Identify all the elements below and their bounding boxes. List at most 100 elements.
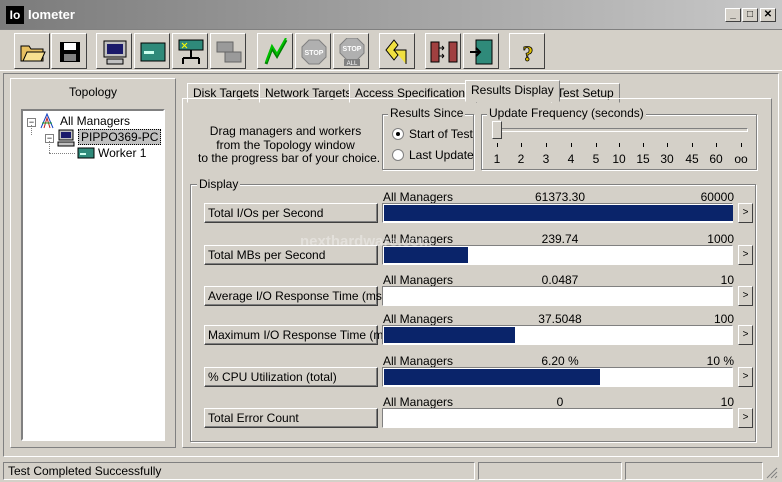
close-button[interactable]: ✕	[760, 8, 776, 22]
row-select-button[interactable]: >	[738, 325, 753, 345]
svg-text:STOP: STOP	[305, 50, 324, 57]
manager-label[interactable]: PIPPO369-PC	[78, 129, 162, 145]
slider-tick	[643, 143, 644, 147]
slider-tick-label: 2	[517, 152, 525, 166]
svg-text:?: ?	[523, 41, 534, 66]
slider-tick-label: 1	[493, 152, 501, 166]
slider-tick-label: 10	[612, 152, 626, 166]
disconnect-manager-icon	[430, 41, 458, 63]
row-value: 0	[556, 395, 564, 409]
metric-button[interactable]: Total I/Os per Second	[204, 203, 378, 223]
worker-disk-icon	[77, 147, 95, 159]
progress-bar[interactable]	[382, 408, 733, 428]
tree-line	[49, 153, 75, 154]
disconnect-manager-button[interactable]	[425, 33, 461, 69]
slider-tick	[716, 143, 717, 147]
metric-button[interactable]: Total Error Count	[204, 408, 378, 428]
instruction-line-2: from the Topology window	[216, 138, 355, 152]
row-select-button[interactable]: >	[738, 408, 753, 428]
stop-test-icon: STOP	[301, 39, 327, 65]
slider-tick-label: 15	[636, 152, 650, 166]
reset-workers-button[interactable]	[379, 33, 415, 69]
duplicate-worker-button[interactable]	[210, 33, 246, 69]
slider-tick-label: 5	[592, 152, 600, 166]
status-bar: Test Completed Successfully	[0, 461, 782, 482]
help-icon: ?	[522, 41, 534, 66]
row-max: 1000	[707, 232, 734, 246]
all-managers-icon	[40, 113, 54, 129]
stop-all-button[interactable]: STOP ALL	[333, 33, 369, 69]
svg-text:STOP: STOP	[343, 46, 362, 53]
help-button[interactable]: ?	[509, 33, 545, 69]
slider-tick	[497, 143, 498, 147]
title-bar: Io Iometer _ □ ✕	[0, 0, 782, 30]
resize-grip-icon[interactable]	[764, 465, 778, 479]
progress-bar[interactable]	[382, 367, 733, 387]
slider-tick	[692, 143, 693, 147]
open-config-button[interactable]	[14, 33, 50, 69]
start-tests-button[interactable]	[257, 33, 293, 69]
iometer-app-icon: Io	[6, 6, 24, 24]
row-max: 100	[713, 312, 734, 326]
radio-last-update[interactable]	[392, 149, 404, 161]
topology-panel: Topology − All Managers − PIPPO369-PC Wo…	[10, 78, 176, 448]
minimize-button[interactable]: _	[725, 8, 741, 22]
new-network-worker-icon	[178, 39, 204, 64]
update-frequency-label: Update Frequency (seconds)	[487, 106, 646, 120]
update-frequency-slider-thumb[interactable]	[492, 121, 502, 139]
slider-tick-label: oo	[734, 152, 748, 166]
metric-button[interactable]: Average I/O Response Time (ms)	[204, 286, 386, 306]
progress-bar-fill	[384, 327, 515, 343]
display-label: Display	[197, 177, 241, 191]
slider-tick	[546, 143, 547, 147]
open-config-icon	[20, 45, 46, 62]
progress-bar[interactable]	[382, 245, 733, 265]
manager-computer-icon	[57, 129, 75, 147]
progress-bar[interactable]	[382, 325, 733, 345]
exit-button[interactable]	[463, 33, 499, 69]
row-select-button[interactable]: >	[738, 286, 753, 306]
new-manager-icon	[103, 40, 127, 65]
metric-button[interactable]: Maximum I/O Response Time (ms)	[204, 325, 393, 345]
slider-tick	[521, 143, 522, 147]
row-max: 10 %	[706, 354, 734, 368]
row-value: 37.5048	[538, 312, 582, 326]
radio-start-of-test-label[interactable]: Start of Test	[409, 127, 473, 141]
row-value: 239.74	[541, 232, 579, 246]
row-select-button[interactable]: >	[738, 203, 753, 223]
row-source-label: All Managers	[383, 312, 454, 326]
save-config-button[interactable]	[51, 33, 87, 69]
progress-bar-fill	[384, 205, 733, 221]
maximize-button[interactable]: □	[742, 8, 758, 22]
instruction-line-1: Drag managers and workers	[209, 124, 362, 138]
instruction-line-3: to the progress bar of your choice.	[198, 151, 381, 165]
row-select-button[interactable]: >	[738, 245, 753, 265]
new-manager-button[interactable]	[96, 33, 132, 69]
row-source-label: All Managers	[383, 354, 454, 368]
update-frequency-slider-track[interactable]	[494, 128, 748, 132]
results-since-label: Results Since	[388, 106, 466, 120]
radio-last-update-label[interactable]: Last Update	[409, 148, 474, 162]
tree-item-worker[interactable]: Worker 1	[98, 145, 146, 161]
topology-title: Topology	[68, 85, 118, 99]
progress-bar[interactable]	[382, 286, 733, 306]
status-message: Test Completed Successfully	[3, 462, 475, 480]
topology-tree: − All Managers − PIPPO369-PC Worker 1	[21, 109, 165, 441]
metric-button[interactable]: % CPU Utilization (total)	[204, 367, 378, 387]
row-max: 10	[720, 395, 734, 409]
stop-test-button[interactable]: STOP	[295, 33, 331, 69]
slider-tick	[619, 143, 620, 147]
slider-tick	[571, 143, 572, 147]
tree-item-manager[interactable]: PIPPO369-PC	[78, 129, 162, 145]
radio-start-of-test[interactable]	[392, 128, 404, 140]
new-disk-worker-button[interactable]	[134, 33, 170, 69]
row-source-label: All Managers	[383, 273, 454, 287]
tab-results-display[interactable]: Results Display	[465, 80, 560, 102]
row-select-button[interactable]: >	[738, 367, 753, 387]
tree-line	[31, 125, 32, 135]
tree-item-all-managers[interactable]: All Managers	[60, 113, 130, 129]
progress-bar[interactable]	[382, 203, 733, 223]
slider-tick	[667, 143, 668, 147]
new-network-worker-button[interactable]	[172, 33, 208, 69]
slider-tick-label: 60	[709, 152, 723, 166]
